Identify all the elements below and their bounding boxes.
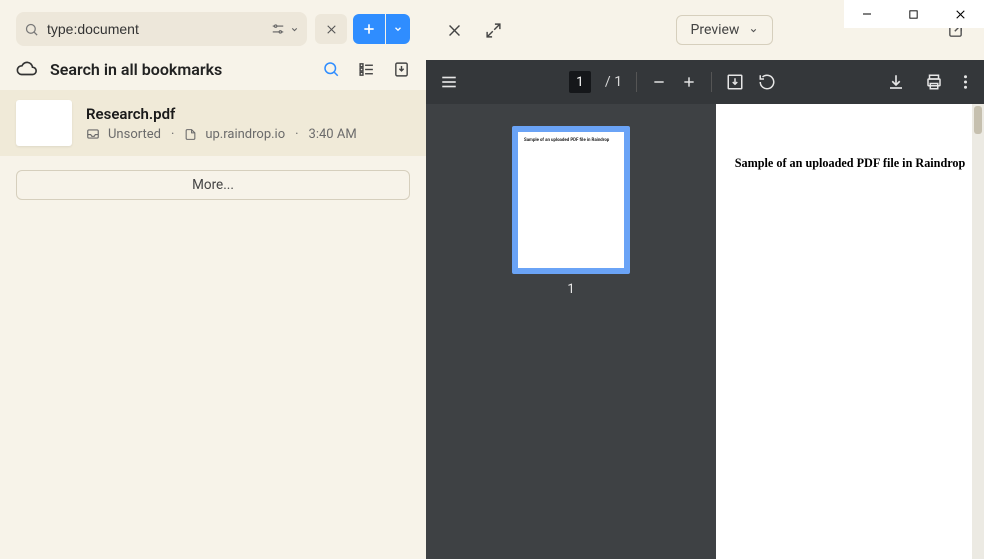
fit-page-button[interactable] — [726, 73, 744, 91]
pdf-viewer: 1 / 1 — [426, 60, 984, 559]
preview-mode-dropdown[interactable]: Preview — [676, 15, 774, 45]
rotate-button[interactable] — [758, 73, 776, 91]
close-window-button[interactable] — [943, 0, 979, 28]
collection-header: Search in all bookmarks — [0, 54, 426, 90]
bookmark-thumbnail — [16, 100, 72, 146]
chevron-down-icon — [749, 26, 758, 35]
window-controls — [844, 0, 984, 28]
bookmark-body: Research.pdf Unsorted up.raindrop.io 3:4… — [86, 100, 410, 146]
zoom-out-button[interactable] — [651, 74, 667, 90]
toolbar-separator — [636, 72, 637, 92]
page-thumb-label: 1 — [567, 282, 574, 297]
sidebar-toggle-icon[interactable] — [440, 73, 458, 91]
file-icon — [184, 128, 197, 141]
zoom-in-button[interactable] — [681, 74, 697, 90]
add-button[interactable] — [353, 14, 385, 44]
searchbar-row — [0, 0, 426, 54]
view-options-icon[interactable] — [358, 61, 375, 78]
close-preview-button[interactable] — [446, 22, 463, 39]
minimize-button[interactable] — [849, 0, 885, 28]
expand-button[interactable] — [485, 22, 502, 39]
search-filters-button[interactable] — [271, 22, 299, 36]
bookmark-meta: Unsorted up.raindrop.io 3:40 AM — [86, 127, 410, 142]
bookmark-time: 3:40 AM — [309, 127, 357, 142]
page-thumbnail: Sample of an uploaded PDF file in Raindr… — [512, 126, 630, 274]
search-action-icon[interactable] — [322, 60, 340, 78]
document-heading: Sample of an uploaded PDF file in Raindr… — [735, 156, 966, 171]
more-button[interactable]: More... — [16, 170, 410, 200]
download-icon[interactable] — [393, 61, 410, 78]
page-thumb-item[interactable]: Sample of an uploaded PDF file in Raindr… — [512, 126, 630, 297]
clear-search-button[interactable] — [315, 14, 347, 44]
pdf-body: Sample of an uploaded PDF file in Raindr… — [426, 104, 984, 559]
scrollbar[interactable] — [972, 104, 984, 559]
inbox-icon — [86, 127, 100, 141]
pdf-more-button[interactable] — [963, 73, 968, 91]
meta-sep-1 — [169, 127, 176, 142]
maximize-button[interactable] — [896, 0, 932, 28]
scrollbar-thumb[interactable] — [974, 106, 982, 134]
download-pdf-button[interactable] — [887, 73, 905, 91]
page-total: / 1 — [605, 74, 622, 90]
preview-label: Preview — [691, 22, 740, 38]
bookmark-item[interactable]: Research.pdf Unsorted up.raindrop.io 3:4… — [0, 90, 426, 156]
add-button-group — [353, 14, 410, 44]
pdf-toolbar: 1 / 1 — [426, 60, 984, 104]
thumbnails-pane: Sample of an uploaded PDF file in Raindr… — [426, 104, 716, 559]
cloud-icon — [16, 58, 38, 80]
bookmark-domain: up.raindrop.io — [205, 127, 285, 142]
search-field-wrap — [16, 12, 307, 46]
meta-sep-2 — [293, 127, 300, 142]
page-number-input[interactable]: 1 — [569, 71, 591, 93]
add-dropdown-button[interactable] — [386, 14, 410, 44]
right-panel: Preview 1 / 1 — [426, 0, 984, 559]
document-pane[interactable]: Sample of an uploaded PDF file in Raindr… — [716, 104, 984, 559]
bookmark-collection: Unsorted — [108, 127, 161, 142]
collection-title: Search in all bookmarks — [50, 60, 322, 79]
bookmark-title: Research.pdf — [86, 105, 410, 123]
toolbar-separator — [711, 72, 712, 92]
header-actions — [322, 60, 410, 78]
left-panel: Search in all bookmarks Research.pdf — [0, 0, 426, 559]
search-input[interactable] — [45, 20, 265, 38]
search-icon — [24, 22, 39, 37]
print-button[interactable] — [925, 73, 943, 91]
